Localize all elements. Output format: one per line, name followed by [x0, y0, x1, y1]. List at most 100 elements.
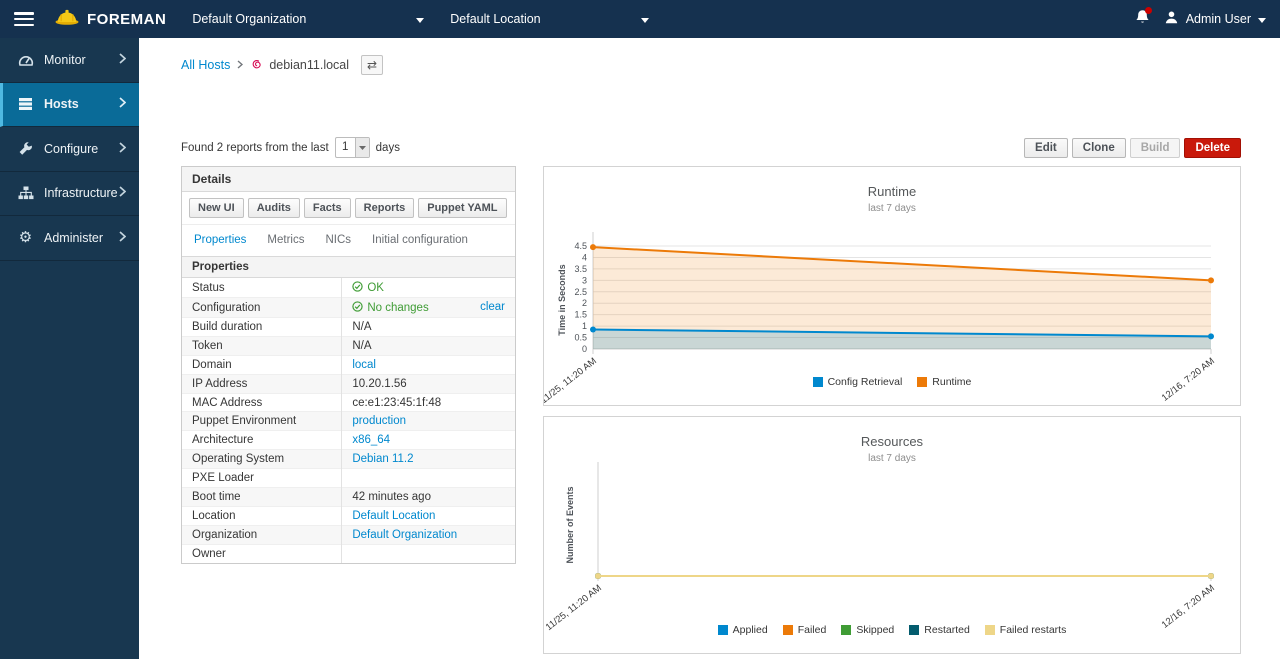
foreman-brand: FOREMAN: [54, 8, 166, 31]
gear-icon: ⚙: [17, 230, 34, 245]
audits-button[interactable]: Audits: [248, 198, 300, 218]
breadcrumb-all-hosts-link[interactable]: All Hosts: [181, 58, 230, 72]
configuration-value: No changes: [367, 302, 428, 314]
tab-metrics[interactable]: Metrics: [267, 234, 304, 246]
reports-button[interactable]: Reports: [355, 198, 415, 218]
table-row: Owner: [182, 544, 515, 563]
details-buttons: New UI Audits Facts Reports Puppet YAML: [182, 192, 515, 225]
location-selector[interactable]: Default Location: [450, 12, 648, 26]
table-row: Boot time 42 minutes ago: [182, 488, 515, 507]
tab-nics[interactable]: NICs: [325, 234, 351, 246]
properties-table: Status OK Configuration No changesclear …: [182, 278, 515, 563]
sidebar-nav: Monitor Hosts: [0, 38, 139, 659]
host-switcher-icon[interactable]: ⇄: [361, 55, 383, 75]
build-button: Build: [1130, 138, 1181, 158]
sitemap-icon: [17, 186, 34, 200]
table-row: Puppet Environment production: [182, 412, 515, 431]
server-icon: [17, 97, 34, 111]
clone-button[interactable]: Clone: [1072, 138, 1126, 158]
days-select-value: 1: [336, 138, 355, 157]
main-content: All Hosts debian11.local ⇄ Found 2 repor…: [139, 38, 1280, 659]
legend-swatch: [909, 625, 919, 635]
resources-chart: 11/25, 11:20 AM12/16, 7:20 AM: [544, 417, 1240, 653]
legend-swatch: [783, 625, 793, 635]
sidebar-item-infrastructure[interactable]: Infrastructure: [0, 172, 139, 217]
header-right: Admin User: [1135, 0, 1266, 38]
table-row: Build duration N/A: [182, 318, 515, 337]
table-row: Configuration No changesclear: [182, 298, 515, 318]
status-value: OK: [367, 282, 384, 294]
details-panel: Details New UI Audits Facts Reports Pupp…: [181, 166, 516, 564]
legend-swatch: [813, 377, 823, 387]
architecture-link[interactable]: x86_64: [352, 434, 390, 446]
breadcrumb: All Hosts debian11.local ⇄: [181, 55, 383, 75]
svg-text:2.5: 2.5: [574, 287, 587, 297]
table-row: Architecture x86_64: [182, 431, 515, 450]
hamburger-menu-icon[interactable]: [14, 12, 34, 26]
legend-item: Config Retrieval: [813, 376, 903, 388]
legend-item: Failed: [783, 624, 827, 636]
chevron-right-icon: [119, 51, 126, 69]
user-icon: [1164, 10, 1179, 28]
tab-properties[interactable]: Properties: [194, 234, 246, 246]
legend-swatch: [841, 625, 851, 635]
foreman-app: FOREMAN Default Organization Default Loc…: [0, 0, 1280, 659]
organization-selector[interactable]: Default Organization: [192, 12, 424, 26]
y-axis-label: Number of Events: [565, 485, 575, 565]
top-header: FOREMAN Default Organization Default Loc…: [0, 0, 1280, 38]
location-link[interactable]: Default Location: [352, 510, 435, 522]
caret-down-icon: [641, 12, 649, 26]
table-row: Domain local: [182, 355, 515, 374]
svg-text:0: 0: [582, 344, 587, 354]
facts-button[interactable]: Facts: [304, 198, 351, 218]
breadcrumb-separator-icon: [237, 58, 243, 72]
delete-button[interactable]: Delete: [1184, 138, 1241, 158]
caret-down-icon: [355, 138, 369, 157]
chevron-right-icon: [119, 229, 126, 247]
legend-item: Runtime: [917, 376, 971, 388]
table-row: Operating System Debian 11.2: [182, 450, 515, 469]
runtime-chart-panel: 00.511.522.533.544.511/25, 11:20 AM12/16…: [543, 166, 1241, 406]
puppet-yaml-button[interactable]: Puppet YAML: [418, 198, 506, 218]
notifications-bell-icon[interactable]: [1135, 9, 1150, 30]
svg-text:0.5: 0.5: [574, 333, 587, 343]
properties-section-title: Properties: [182, 256, 515, 278]
days-select[interactable]: 1: [335, 137, 370, 158]
legend-item: Skipped: [841, 624, 894, 636]
svg-text:1.5: 1.5: [574, 310, 587, 320]
legend-swatch: [917, 377, 927, 387]
svg-text:4: 4: [582, 252, 587, 262]
legend-item: Restarted: [909, 624, 970, 636]
details-panel-title: Details: [182, 167, 515, 192]
host-name: debian11.local: [269, 58, 349, 72]
reports-toolbar: Found 2 reports from the last 1 days Edi…: [181, 137, 1241, 158]
sidebar-item-administer[interactable]: ⚙ Administer: [0, 216, 139, 261]
sidebar-item-monitor[interactable]: Monitor: [0, 38, 139, 83]
host-actions: Edit Clone Build Delete: [1024, 138, 1241, 158]
chevron-right-icon: [119, 95, 126, 113]
sidebar-item-hosts[interactable]: Hosts: [0, 83, 139, 128]
table-row: Status OK: [182, 278, 515, 298]
hardhat-logo-icon: [54, 8, 80, 31]
organization-link[interactable]: Default Organization: [352, 529, 457, 541]
legend-swatch: [718, 625, 728, 635]
breadcrumb-current-host: debian11.local: [250, 57, 349, 74]
legend-item: Applied: [718, 624, 768, 636]
table-row: Token N/A: [182, 336, 515, 355]
puppet-environment-link[interactable]: production: [352, 415, 406, 427]
operating-system-link[interactable]: Debian 11.2: [352, 453, 413, 465]
found-reports-text: Found 2 reports from the last 1 days: [181, 137, 400, 158]
svg-text:2: 2: [582, 298, 587, 308]
resources-chart-panel: 11/25, 11:20 AM12/16, 7:20 AM Resources …: [543, 416, 1241, 654]
domain-link[interactable]: local: [352, 359, 376, 371]
sidebar-item-configure[interactable]: Configure: [0, 127, 139, 172]
new-ui-button[interactable]: New UI: [189, 198, 244, 218]
user-menu[interactable]: Admin User: [1164, 10, 1266, 28]
edit-button[interactable]: Edit: [1024, 138, 1068, 158]
legend-item: Failed restarts: [985, 624, 1067, 636]
svg-text:3: 3: [582, 275, 587, 285]
legend-swatch: [985, 625, 995, 635]
tab-initial-configuration[interactable]: Initial configuration: [372, 234, 468, 246]
clear-link[interactable]: clear: [480, 301, 505, 313]
brand-name: FOREMAN: [87, 11, 166, 28]
